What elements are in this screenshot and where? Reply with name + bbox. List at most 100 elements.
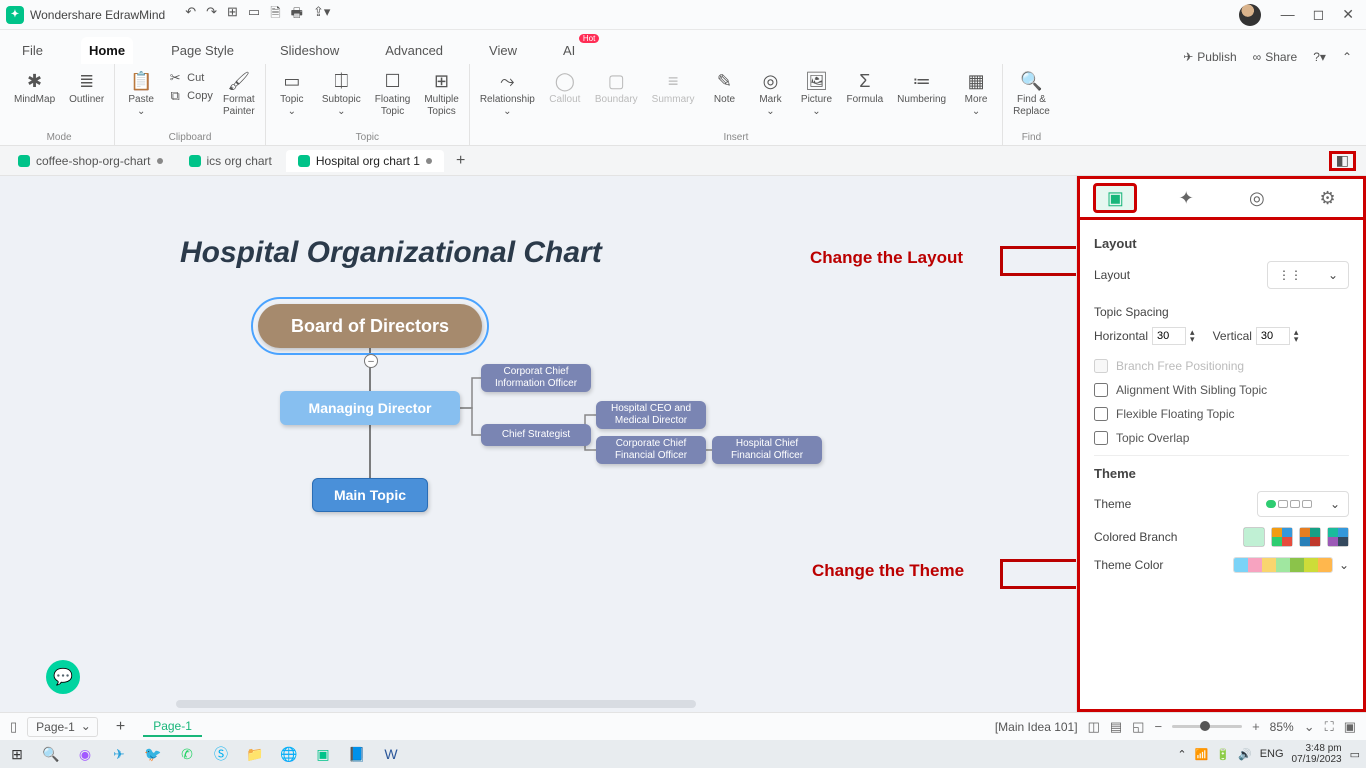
spinner-icon[interactable]: ▴▾ (1190, 329, 1195, 343)
fit-icon[interactable]: ▣ (1344, 719, 1356, 735)
chevron-down-icon[interactable]: ⌄ (1304, 719, 1315, 735)
node-root[interactable]: Board of Directors (258, 304, 482, 348)
branch-swatch-1[interactable] (1243, 527, 1265, 547)
minimize-icon[interactable]: — (1281, 6, 1295, 23)
view-mode-2-icon[interactable]: ▤ (1110, 719, 1122, 735)
panel-tab-mark[interactable]: ◎ (1235, 183, 1279, 213)
node-main-topic[interactable]: Main Topic (312, 478, 428, 512)
zoom-slider[interactable] (1172, 725, 1242, 728)
format-painter-button[interactable]: 🖌Format Painter (219, 68, 259, 120)
page-tab[interactable]: Page-1 (143, 717, 202, 737)
doc-tab-3[interactable]: Hospital org chart 1 (286, 150, 444, 172)
topic-button[interactable]: ▭Topic⌄ (272, 68, 312, 120)
fullscreen-icon[interactable]: ⛶ (1325, 719, 1334, 735)
vertical-input[interactable] (1256, 327, 1290, 345)
copy-button[interactable]: ⧉Copy (167, 88, 213, 104)
clock[interactable]: 3:48 pm07/19/2023 (1292, 743, 1342, 765)
skype-icon[interactable]: Ⓢ (210, 743, 232, 765)
branch-swatch-2[interactable] (1271, 527, 1293, 547)
horizontal-scrollbar[interactable] (176, 700, 696, 708)
bird-icon[interactable]: 🐦 (142, 743, 164, 765)
boundary-button[interactable]: ▢Boundary (591, 68, 642, 108)
find-replace-button[interactable]: 🔍Find & Replace (1009, 68, 1054, 120)
numbering-button[interactable]: ≔Numbering (893, 68, 950, 108)
check-align-sibling[interactable]: Alignment With Sibling Topic (1094, 383, 1349, 397)
more-button[interactable]: ▦More⌄ (956, 68, 996, 120)
subtopic-button[interactable]: ⎅Subtopic⌄ (318, 68, 365, 120)
search-icon[interactable]: 🔍 (40, 743, 62, 765)
save-icon[interactable]: 🗎 (270, 4, 280, 26)
menu-view[interactable]: View (481, 37, 525, 64)
node-sub-5[interactable]: Hospital Chief Financial Officer (712, 436, 822, 464)
panel-tab-layout[interactable]: ▣ (1093, 183, 1137, 213)
language-indicator[interactable]: ENG (1260, 748, 1284, 760)
menu-advanced[interactable]: Advanced (377, 37, 451, 64)
horizontal-input[interactable] (1152, 327, 1186, 345)
toggle-side-panel-button[interactable]: ◧ (1329, 151, 1356, 171)
callout-button[interactable]: ◯Callout (545, 68, 585, 108)
theme-color-select[interactable] (1233, 557, 1333, 573)
relationship-button[interactable]: ⤳Relationship⌄ (476, 68, 539, 120)
view-mode-3-icon[interactable]: ◱ (1132, 719, 1144, 735)
doc-tab-2[interactable]: ics org chart (177, 150, 284, 172)
paste-button[interactable]: 📋Paste⌄ (121, 68, 161, 120)
outliner-button[interactable]: ≣Outliner (65, 68, 108, 108)
menu-page-style[interactable]: Page Style (163, 37, 242, 64)
mark-button[interactable]: ◎Mark⌄ (750, 68, 790, 120)
help-icon[interactable]: ?▾ (1313, 50, 1326, 64)
doc-tab-1[interactable]: coffee-shop-org-chart (6, 150, 175, 172)
node-sub-1[interactable]: Corporat Chief Information Officer (481, 364, 591, 392)
node-managing-director[interactable]: Managing Director (280, 391, 460, 425)
picture-button[interactable]: 🖼Picture⌄ (796, 68, 836, 120)
branch-swatch-3[interactable] (1299, 527, 1321, 547)
node-sub-2[interactable]: Chief Strategist (481, 424, 591, 446)
export-icon[interactable]: ⇪▾ (313, 4, 330, 26)
close-icon[interactable]: ✕ (1342, 6, 1354, 23)
add-page-button[interactable]: + (108, 718, 133, 736)
spinner-icon[interactable]: ▴▾ (1294, 329, 1299, 343)
notepad-icon[interactable]: 📘 (346, 743, 368, 765)
publish-button[interactable]: ✈ Publish (1183, 50, 1236, 64)
undo-icon[interactable]: ↶ (185, 4, 196, 26)
formula-button[interactable]: ΣFormula (842, 68, 887, 108)
new-icon[interactable]: ⊞ (227, 4, 238, 26)
edrawmind-task-icon[interactable]: ▣ (312, 743, 334, 765)
canvas[interactable]: Hospital Organizational Chart Board of D… (0, 176, 1076, 712)
zoom-out-button[interactable]: − (1154, 719, 1162, 734)
add-tab-button[interactable]: + (446, 148, 475, 174)
panel-tab-style[interactable]: ✦ (1164, 183, 1208, 213)
chart-title[interactable]: Hospital Organizational Chart (180, 236, 602, 270)
messenger-icon[interactable]: ◉ (74, 743, 96, 765)
start-icon[interactable]: ⊞ (6, 743, 28, 765)
view-mode-1-icon[interactable]: ◫ (1088, 719, 1100, 735)
telegram-icon[interactable]: ✈ (108, 743, 130, 765)
node-sub-4[interactable]: Corporate Chief Financial Officer (596, 436, 706, 464)
menu-ai[interactable]: AIHot (555, 37, 583, 64)
check-topic-overlap[interactable]: Topic Overlap (1094, 431, 1349, 445)
branch-swatch-4[interactable] (1327, 527, 1349, 547)
chrome-icon[interactable]: 🌐 (278, 743, 300, 765)
multiple-topics-button[interactable]: ⊞Multiple Topics (420, 68, 462, 120)
tray-up-icon[interactable]: ⌃ (1177, 748, 1186, 761)
menu-slideshow[interactable]: Slideshow (272, 37, 347, 64)
layout-select[interactable]: ⋮⋮⌄ (1267, 261, 1349, 289)
floating-topic-button[interactable]: ☐Floating Topic (371, 68, 415, 120)
menu-file[interactable]: File (14, 37, 51, 64)
collapse-ribbon-icon[interactable]: ⌃ (1342, 50, 1352, 64)
summary-button[interactable]: ≡Summary (648, 68, 699, 108)
theme-select[interactable]: ⌄ (1257, 491, 1349, 517)
notifications-icon[interactable]: ▭ (1350, 748, 1360, 761)
page-selector[interactable]: Page-1 (27, 717, 98, 737)
help-chat-icon[interactable]: 💬 (46, 660, 80, 694)
share-button[interactable]: ∞ Share (1253, 50, 1298, 64)
panel-tab-settings[interactable]: ⚙ (1306, 183, 1350, 213)
explorer-icon[interactable]: 📁 (244, 743, 266, 765)
user-avatar[interactable] (1239, 4, 1261, 26)
open-icon[interactable]: ▭ (248, 4, 260, 26)
node-sub-3[interactable]: Hospital CEO and Medical Director (596, 401, 706, 429)
maximize-icon[interactable]: ◻ (1313, 6, 1325, 23)
whatsapp-icon[interactable]: ✆ (176, 743, 198, 765)
collapse-toggle[interactable]: – (364, 354, 378, 368)
print-icon[interactable]: 🖶 (291, 4, 303, 26)
check-flexible-floating[interactable]: Flexible Floating Topic (1094, 407, 1349, 421)
